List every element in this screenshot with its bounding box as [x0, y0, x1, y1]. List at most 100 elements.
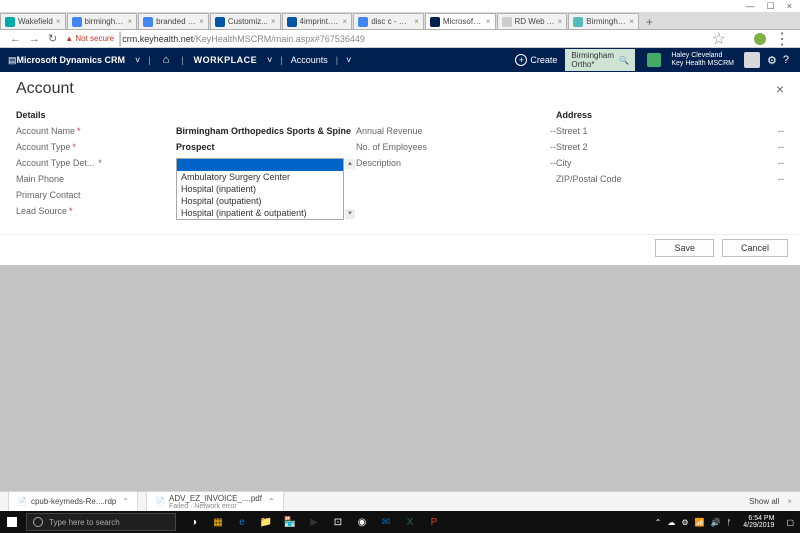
- primary-contact-label: Primary Contact: [16, 190, 176, 200]
- app-switcher-icon[interactable]: ▤: [8, 55, 17, 66]
- close-window-button[interactable]: ×: [787, 1, 792, 11]
- tray-icon[interactable]: ⌃: [655, 518, 662, 527]
- clock[interactable]: 6:54 PM 4/29/2019: [737, 515, 780, 529]
- account-name-label: Account Name*: [16, 126, 176, 136]
- taskbar-app[interactable]: 📁: [256, 514, 276, 530]
- taskbar-app[interactable]: 🏪: [280, 514, 300, 530]
- browser-tab[interactable]: birmingha...×: [67, 13, 138, 29]
- download-item[interactable]: 📄ADV_EZ_INVOICE_....pdfFailed · Network …: [146, 491, 284, 513]
- dropdown-option[interactable]: Hospital (inpatient & outpatient): [177, 207, 343, 219]
- taskbar-search-input[interactable]: Type here to search: [26, 513, 176, 531]
- chevron-up-icon[interactable]: ⌃: [122, 497, 129, 506]
- new-tab-button[interactable]: +: [640, 15, 659, 29]
- close-tab-icon[interactable]: ×: [56, 17, 61, 26]
- show-all-downloads[interactable]: Show all: [749, 497, 779, 506]
- chevron-up-icon[interactable]: ⌃: [268, 497, 275, 506]
- workplace-nav[interactable]: WORKPLACE: [194, 55, 258, 65]
- close-tab-icon[interactable]: ×: [486, 17, 491, 26]
- close-tab-icon[interactable]: ×: [629, 17, 634, 26]
- browser-tab[interactable]: Birmingha...×: [568, 13, 639, 29]
- download-item[interactable]: 📄cpub-keymeds-Re....rdp⌃: [8, 491, 138, 513]
- close-tab-icon[interactable]: ×: [271, 17, 276, 26]
- taskbar-app[interactable]: ⊡: [328, 514, 348, 530]
- browser-tab[interactable]: branded p...×: [138, 13, 209, 29]
- dropdown-selected[interactable]: [177, 159, 343, 171]
- browser-tab[interactable]: Wakefield×: [0, 13, 66, 29]
- notifications-icon[interactable]: ▢: [780, 518, 800, 527]
- forward-button[interactable]: →: [29, 33, 40, 45]
- save-button[interactable]: Save: [655, 239, 714, 257]
- address-value[interactable]: --: [778, 158, 784, 168]
- close-tab-icon[interactable]: ×: [128, 17, 133, 26]
- tray-icon[interactable]: 🔊: [711, 518, 721, 527]
- metric-label: Description: [356, 158, 401, 168]
- dropdown-option[interactable]: Hospital (inpatient): [177, 183, 343, 195]
- browser-tab[interactable]: 4imprint.c...×: [282, 13, 353, 29]
- favicon: [5, 17, 15, 27]
- close-downloads-icon[interactable]: ×: [787, 497, 792, 506]
- help-icon[interactable]: ?: [783, 54, 789, 66]
- taskbar-app[interactable]: ✉: [376, 514, 396, 530]
- menu-icon[interactable]: ⋮: [774, 29, 790, 49]
- url-input[interactable]: crm.keyhealth.net/KeyHealthMSCRM/main.as…: [122, 34, 711, 44]
- metric-label: Annual Revenue: [356, 126, 423, 136]
- close-tab-icon[interactable]: ×: [343, 17, 348, 26]
- browser-tab[interactable]: RD Web A...×: [497, 13, 568, 29]
- tab-label: Birmingha...: [586, 17, 626, 26]
- address-value[interactable]: --: [778, 174, 784, 184]
- crm-brand[interactable]: Microsoft Dynamics CRM: [17, 55, 126, 65]
- close-icon[interactable]: ×: [776, 81, 784, 97]
- taskbar-app[interactable]: ◉: [352, 514, 372, 530]
- taskbar-app[interactable]: ▶: [304, 514, 324, 530]
- home-icon[interactable]: ⌂: [163, 54, 170, 66]
- address-bar: ← → ↻ ▲ Not secure | crm.keyhealth.net/K…: [0, 30, 800, 48]
- file-icon: 📄: [17, 497, 27, 506]
- back-button[interactable]: ←: [10, 33, 21, 45]
- user-info[interactable]: Haley Cleveland Key Health MSCRM: [671, 52, 734, 67]
- account-type-value[interactable]: Prospect: [176, 142, 356, 152]
- taskbar-app[interactable]: ◑: [184, 514, 204, 530]
- pin-icon[interactable]: [647, 53, 661, 67]
- dropdown-option[interactable]: Hospital (outpatient): [177, 195, 343, 207]
- accounts-nav[interactable]: Accounts: [291, 55, 328, 65]
- profile-icon[interactable]: [754, 33, 766, 45]
- account-name-value[interactable]: Birmingham Orthopedics Sports & Spine: [176, 126, 356, 136]
- scroll-down-icon[interactable]: ▾: [345, 209, 355, 219]
- tray-icon[interactable]: ᚠ: [726, 518, 731, 527]
- browser-tab[interactable]: Microsoft ...×: [425, 13, 496, 29]
- start-button[interactable]: [0, 511, 24, 533]
- page-content: Account × Details Account Name* Account …: [0, 72, 800, 234]
- brand-dropdown-icon[interactable]: ˅: [135, 55, 140, 65]
- not-secure-badge[interactable]: ▲ Not secure: [65, 34, 114, 43]
- reload-button[interactable]: ↻: [48, 32, 57, 45]
- star-icon[interactable]: ☆: [712, 29, 726, 49]
- tray-icon[interactable]: 📶: [695, 518, 705, 527]
- close-tab-icon[interactable]: ×: [414, 17, 419, 26]
- crm-search-input[interactable]: Birmingham Ortho* 🔍: [565, 49, 635, 71]
- gear-icon[interactable]: ⚙: [767, 54, 777, 67]
- accounts-dropdown-icon[interactable]: ˅: [346, 55, 351, 65]
- cancel-button[interactable]: Cancel: [722, 239, 788, 257]
- file-icon: 📄: [155, 497, 165, 506]
- account-type-detail-dropdown[interactable]: Ambulatory Surgery CenterHospital (inpat…: [176, 158, 344, 220]
- maximize-button[interactable]: ☐: [767, 1, 775, 12]
- browser-tab[interactable]: Customiz...×: [210, 13, 281, 29]
- taskbar-app[interactable]: ▦: [208, 514, 228, 530]
- taskbar: Type here to search ◑▦e📁🏪▶⊡◉✉XP ⌃ ☁ ⚙ 📶 🔊 ᚠ 6…: [0, 511, 800, 533]
- minimize-button[interactable]: —: [746, 1, 755, 11]
- workplace-dropdown-icon[interactable]: ˅: [267, 55, 272, 65]
- tray-icon[interactable]: ☁: [667, 518, 675, 527]
- address-value[interactable]: --: [778, 126, 784, 136]
- close-tab-icon[interactable]: ×: [199, 17, 204, 26]
- browser-tab[interactable]: disc c - Go...×: [353, 13, 424, 29]
- address-value[interactable]: --: [778, 142, 784, 152]
- tray-icon[interactable]: ⚙: [681, 518, 688, 527]
- dropdown-option[interactable]: Ambulatory Surgery Center: [177, 171, 343, 183]
- avatar[interactable]: [744, 52, 760, 68]
- create-button[interactable]: + Create: [515, 54, 557, 66]
- close-tab-icon[interactable]: ×: [558, 17, 563, 26]
- taskbar-app[interactable]: e: [232, 514, 252, 530]
- scroll-up-icon[interactable]: ▴: [345, 159, 355, 169]
- taskbar-app[interactable]: X: [400, 514, 420, 530]
- taskbar-app[interactable]: P: [424, 514, 444, 530]
